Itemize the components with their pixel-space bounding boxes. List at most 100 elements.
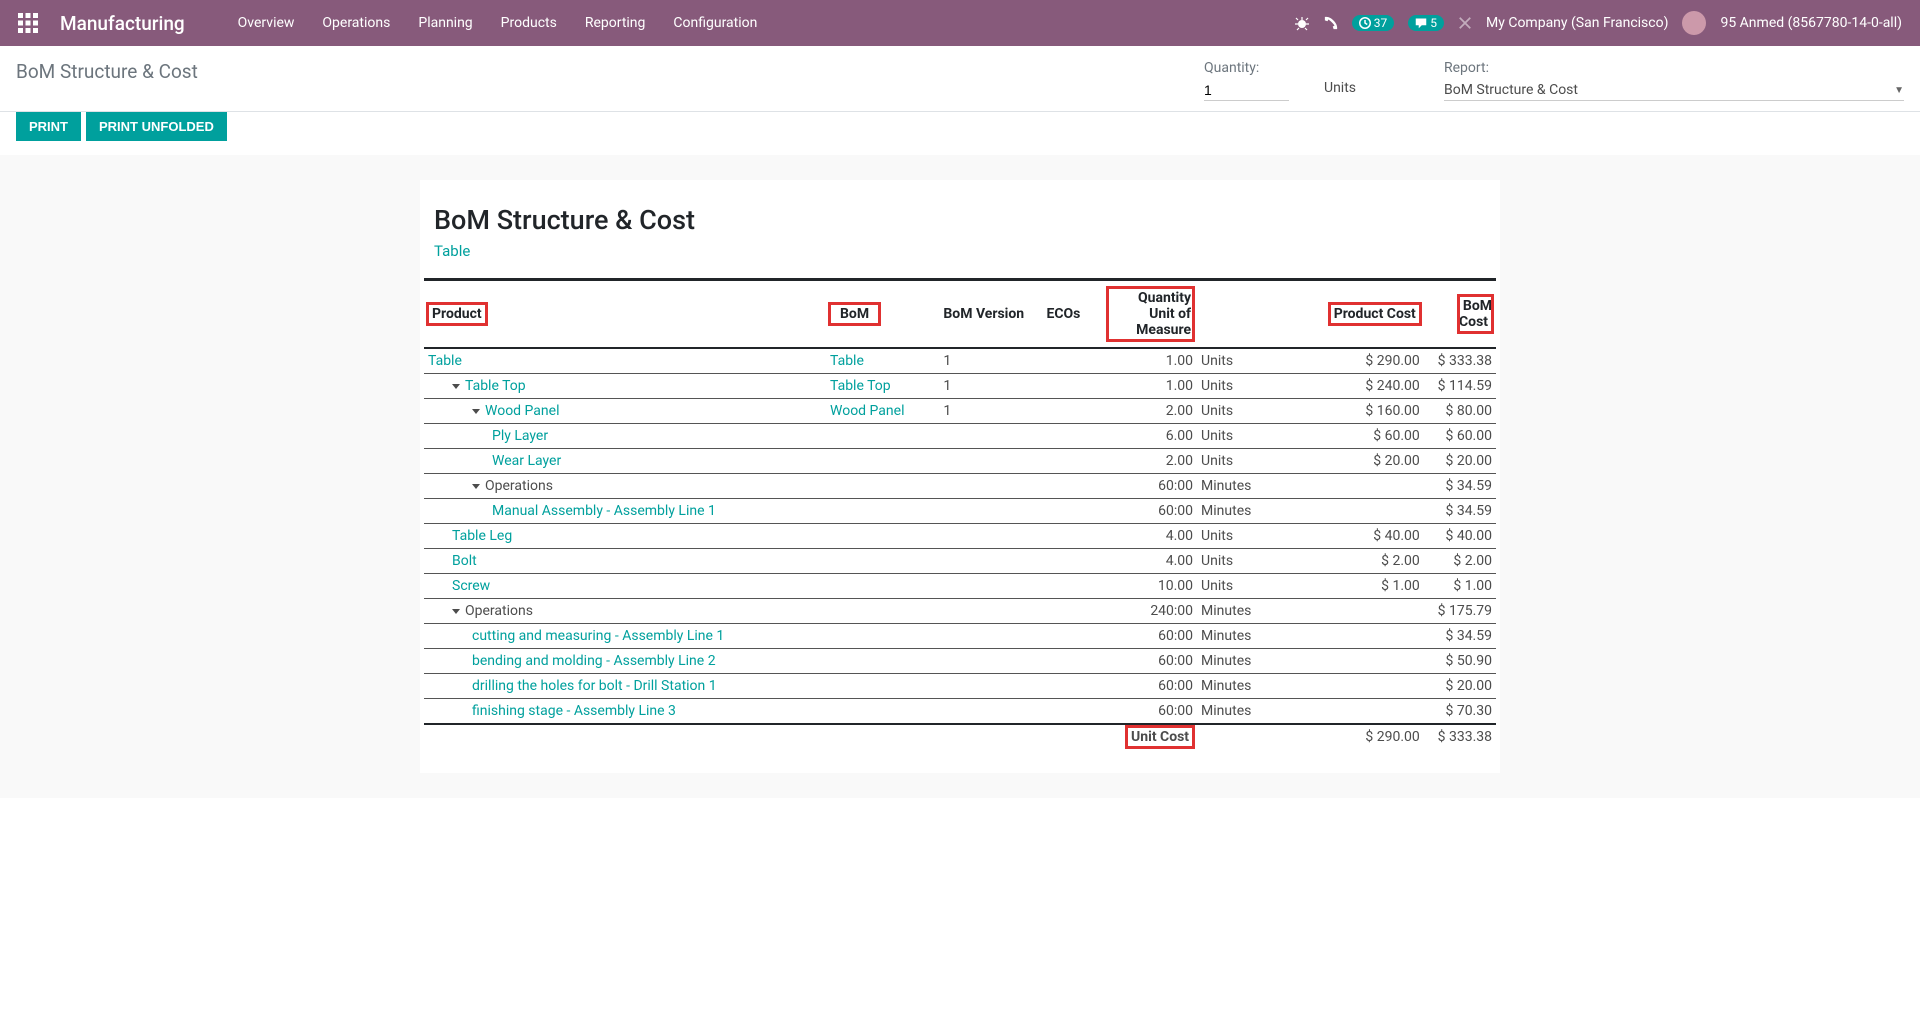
product-cost-cell: $ 2.00 (1310, 549, 1423, 574)
bom-cost-cell: $ 34.59 (1424, 499, 1496, 524)
message-count: 5 (1430, 16, 1437, 30)
product-cell[interactable]: Ply Layer (492, 428, 548, 444)
expand-caret-icon[interactable] (452, 609, 460, 614)
avatar[interactable] (1682, 11, 1706, 35)
phone-icon[interactable] (1324, 16, 1338, 30)
expand-caret-icon[interactable] (472, 409, 480, 414)
bom-cost-cell: $ 114.59 (1424, 374, 1496, 399)
quantity-cell: 60:00 (1104, 624, 1197, 649)
nav-right: 37 5 My Company (San Francisco) 95 Anmed… (1294, 11, 1902, 35)
uom-cell: Units (1197, 574, 1310, 599)
nav-configuration[interactable]: Configuration (660, 7, 770, 39)
report-subtitle[interactable]: Table (434, 242, 1496, 260)
ecos-cell (1042, 399, 1104, 424)
table-row: Screw10.00Units$ 1.00$ 1.00 (424, 574, 1496, 599)
product-cost-cell: $ 240.00 (1310, 374, 1423, 399)
nav-menu: Overview Operations Planning Products Re… (225, 7, 771, 39)
nav-products[interactable]: Products (488, 7, 570, 39)
product-cell[interactable]: finishing stage - Assembly Line 3 (472, 703, 676, 719)
product-cell[interactable]: Screw (452, 578, 490, 594)
product-cell[interactable]: bending and molding - Assembly Line 2 (472, 653, 716, 669)
bom-cost-cell: $ 80.00 (1424, 399, 1496, 424)
ecos-cell (1042, 449, 1104, 474)
company-switcher[interactable]: My Company (San Francisco) (1486, 15, 1668, 31)
col-product-cost: Product Cost (1330, 304, 1420, 324)
product-cost-cell (1310, 649, 1423, 674)
bom-version-cell (939, 574, 1042, 599)
table-row: Bolt4.00Units$ 2.00$ 2.00 (424, 549, 1496, 574)
quantity-cell: 240:00 (1104, 599, 1197, 624)
product-cell[interactable]: Wood Panel (485, 403, 559, 419)
bom-cost-cell: $ 70.30 (1424, 699, 1496, 725)
ecos-cell (1042, 574, 1104, 599)
nav-reporting[interactable]: Reporting (572, 7, 659, 39)
table-row: cutting and measuring - Assembly Line 1 6… (424, 624, 1496, 649)
product-cell[interactable]: Manual Assembly - Assembly Line 1 (492, 503, 716, 519)
bom-cost-cell: $ 1.00 (1424, 574, 1496, 599)
col-bom-version: BoM Version (939, 280, 1042, 349)
quantity-cell: 4.00 (1104, 549, 1197, 574)
bom-cell (826, 499, 939, 524)
uom-cell: Minutes (1197, 624, 1310, 649)
bom-cell[interactable]: Table (826, 348, 939, 374)
activity-badge[interactable]: 37 (1352, 15, 1395, 31)
bom-cost-cell: $ 333.38 (1424, 348, 1496, 374)
bug-icon[interactable] (1294, 15, 1310, 31)
bom-version-cell (939, 549, 1042, 574)
unit-cost-label: Unit Cost (1127, 727, 1193, 747)
bom-cell (826, 674, 939, 699)
bom-cell (826, 699, 939, 725)
apps-icon[interactable] (18, 13, 38, 33)
ecos-cell (1042, 624, 1104, 649)
nav-operations[interactable]: Operations (309, 7, 403, 39)
print-unfolded-button[interactable]: PRINT UNFOLDED (86, 112, 227, 141)
bom-cell[interactable]: Table Top (826, 374, 939, 399)
quantity-cell: 60:00 (1104, 699, 1197, 725)
report-select[interactable]: BoM Structure & Cost ▼ (1444, 80, 1904, 101)
bom-cost-cell: $ 40.00 (1424, 524, 1496, 549)
nav-overview[interactable]: Overview (225, 7, 308, 39)
bom-version-cell: 1 (939, 348, 1042, 374)
bom-version-cell (939, 449, 1042, 474)
print-button[interactable]: PRINT (16, 112, 81, 141)
product-cell[interactable]: Wear Layer (492, 453, 561, 469)
table-row: bending and molding - Assembly Line 260:… (424, 649, 1496, 674)
table-row: Manual Assembly - Assembly Line 160:00Mi… (424, 499, 1496, 524)
product-cost-cell: $ 60.00 (1310, 424, 1423, 449)
quantity-cell: 1.00 (1104, 348, 1197, 374)
brand[interactable]: Manufacturing (60, 12, 185, 35)
quantity-cell: 1.00 (1104, 374, 1197, 399)
uom-cell: Minutes (1197, 699, 1310, 725)
uom-static: Units (1324, 60, 1424, 96)
product-cell[interactable]: drilling the holes for bolt - Drill Stat… (472, 678, 717, 694)
quantity-cell: 60:00 (1104, 499, 1197, 524)
ecos-cell (1042, 374, 1104, 399)
product-cost-cell (1310, 474, 1423, 499)
quantity-input[interactable] (1204, 80, 1289, 101)
bom-cell[interactable]: Wood Panel (826, 399, 939, 424)
breadcrumb: BoM Structure & Cost (16, 60, 198, 83)
ecos-cell (1042, 348, 1104, 374)
quantity-cell: 60:00 (1104, 674, 1197, 699)
quantity-cell: 2.00 (1104, 449, 1197, 474)
quantity-cell: 4.00 (1104, 524, 1197, 549)
user-menu[interactable]: 95 Anmed (8567780-14-0-all) (1720, 15, 1902, 31)
table-row: Wear Layer2.00Units$ 20.00$ 20.00 (424, 449, 1496, 474)
expand-caret-icon[interactable] (452, 384, 460, 389)
bom-version-cell (939, 699, 1042, 725)
bom-cost-cell: $ 34.59 (1424, 474, 1496, 499)
expand-caret-icon[interactable] (472, 484, 480, 489)
product-cell[interactable]: Table Top (465, 378, 526, 394)
table-row: Table Leg4.00Units$ 40.00$ 40.00 (424, 524, 1496, 549)
close-icon[interactable] (1458, 16, 1472, 30)
table-row: Wood PanelWood Panel12.00Units$ 160.00$ … (424, 399, 1496, 424)
product-cell[interactable]: Table (428, 353, 462, 369)
product-cell[interactable]: Bolt (452, 553, 477, 569)
navbar: Manufacturing Overview Operations Planni… (0, 0, 1920, 46)
quantity-cell: 10.00 (1104, 574, 1197, 599)
message-badge[interactable]: 5 (1408, 15, 1444, 31)
product-cell[interactable]: cutting and measuring - Assembly Line 1 (472, 628, 724, 644)
nav-planning[interactable]: Planning (405, 7, 485, 39)
product-cell[interactable]: Table Leg (452, 528, 512, 544)
button-row: PRINT PRINT UNFOLDED (0, 112, 1920, 155)
